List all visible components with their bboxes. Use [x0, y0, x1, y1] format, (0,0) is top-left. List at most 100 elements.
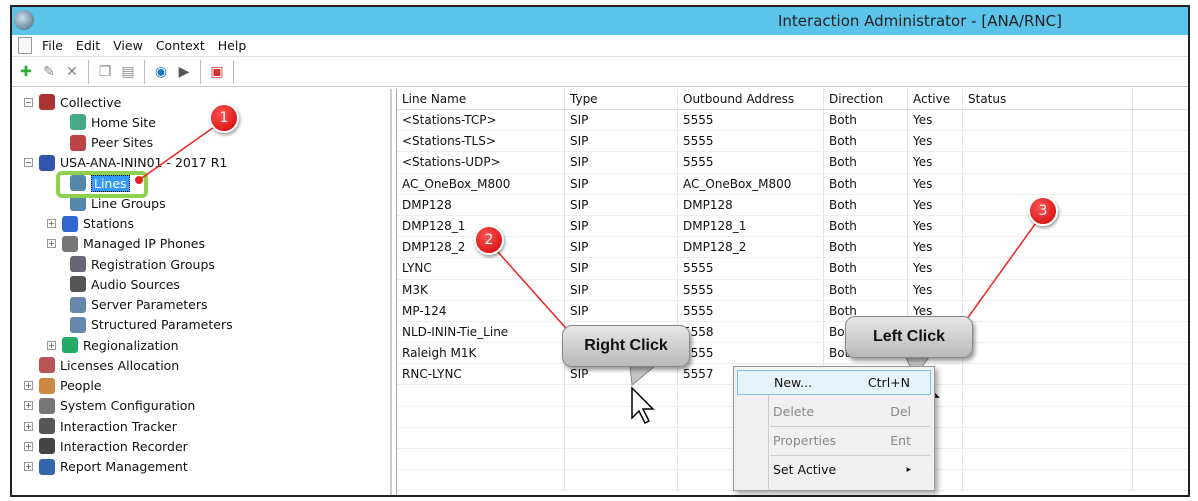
expand-icon[interactable]: +: [24, 462, 33, 471]
menu-item-new[interactable]: New... Ctrl+N: [737, 370, 931, 395]
table-row[interactable]: DMP128_2 SIP DMP128_2 Both Yes: [397, 237, 1188, 259]
menu-context[interactable]: Context: [156, 38, 205, 53]
table-cell: Yes: [908, 110, 963, 131]
expand-icon[interactable]: +: [24, 421, 33, 431]
copy-icon[interactable]: ❐: [95, 62, 115, 82]
tree-item[interactable]: + Interaction Tracker: [24, 416, 177, 436]
column-line-name[interactable]: Line Name: [397, 89, 565, 109]
table-cell: SIP: [565, 364, 678, 385]
table-cell: AC_OneBox_M800: [397, 173, 565, 194]
table-cell: [963, 470, 1133, 491]
tree-node-icon: [70, 256, 86, 272]
table-row[interactable]: M3K SIP 5555 Both Yes: [397, 279, 1188, 301]
tree-item[interactable]: + Stations: [47, 214, 134, 234]
expand-icon[interactable]: +: [24, 401, 33, 411]
menu-item-set-active[interactable]: Set Active ▸: [737, 457, 931, 482]
table-cell: Yes: [908, 131, 963, 152]
table-row[interactable]: LYNC SIP 5555 Both Yes: [397, 258, 1188, 280]
column-status[interactable]: Status: [963, 89, 1133, 109]
menu-edit[interactable]: Edit: [76, 38, 100, 53]
table-cell: [397, 449, 565, 470]
tree-item[interactable]: Audio Sources: [70, 274, 180, 294]
menu-file[interactable]: File: [42, 38, 63, 53]
column-type[interactable]: Type: [565, 89, 678, 109]
tree-item[interactable]: − USA-ANA-ININ01 - 2017 R1: [24, 153, 227, 173]
tree-item[interactable]: Registration Groups: [70, 254, 215, 274]
menu-help[interactable]: Help: [218, 38, 247, 53]
table-row[interactable]: DMP128 SIP DMP128 Both Yes: [397, 194, 1188, 216]
tree-node-icon: [39, 377, 55, 394]
refresh-icon[interactable]: ◉: [151, 62, 171, 82]
expand-icon[interactable]: +: [24, 441, 33, 451]
expand-icon[interactable]: +: [24, 381, 33, 390]
table-cell: Raleigh M1K: [397, 343, 565, 364]
tree-item[interactable]: + System Configuration: [24, 396, 195, 416]
menu-item-properties[interactable]: Properties Ent: [737, 428, 931, 453]
expand-icon[interactable]: +: [47, 340, 56, 350]
tree-item[interactable]: + Interaction Recorder: [24, 436, 188, 456]
tree-item-label: Server Parameters: [91, 297, 208, 312]
tree-item-label: Line Groups: [91, 195, 166, 211]
column-outbound-address[interactable]: Outbound Address: [678, 89, 824, 109]
tree-item[interactable]: + Report Management: [24, 457, 188, 477]
tree-item[interactable]: − Collective: [24, 92, 121, 112]
table-cell: Both: [824, 110, 908, 131]
table-row[interactable]: NLD-ININ-Tie_LineSIP5558BothYes: [397, 321, 1188, 344]
table-row[interactable]: AC_OneBox_M800 SIP AC_OneBox_M800 Both Yes: [397, 173, 1188, 195]
tree-item[interactable]: Home Site: [70, 112, 156, 132]
delete-icon[interactable]: ✕: [62, 62, 82, 82]
collapse-icon[interactable]: −: [24, 158, 33, 168]
table-cell: AC_OneBox_M800: [678, 173, 824, 194]
tree-node-icon: [62, 235, 78, 252]
table-cell: [963, 364, 1133, 385]
table-row[interactable]: DMP128_1 SIP DMP128_1 Both Yes: [397, 215, 1188, 238]
tree-item-label: Licenses Allocation: [60, 357, 180, 373]
table-row[interactable]: Raleigh M1KSIP5555BothYes: [397, 343, 1188, 365]
edit-icon[interactable]: ✎: [39, 62, 59, 82]
tree-item[interactable]: + People: [24, 376, 102, 396]
table-cell: MP-124: [397, 300, 565, 321]
tree-item[interactable]: Licenses Allocation: [39, 355, 179, 375]
table-cell: M3K: [397, 279, 565, 300]
table-cell: Both: [824, 131, 908, 152]
tree-item[interactable]: Server Parameters: [70, 295, 208, 315]
tree-item[interactable]: Structured Parameters: [70, 315, 233, 335]
table-row[interactable]: MP-124 SIP 5555 Both Yes: [397, 300, 1188, 322]
table-cell: SIP: [565, 110, 678, 131]
tree-item[interactable]: Peer Sites: [70, 133, 153, 153]
tree-item[interactable]: + Managed IP Phones: [47, 234, 205, 254]
table-row[interactable]: <Stations-TCP> SIP 5555 Both Yes: [397, 110, 1188, 132]
column-active[interactable]: Active: [908, 89, 963, 109]
menu-view[interactable]: View: [113, 38, 143, 53]
menu-item-delete[interactable]: Delete Del: [737, 399, 931, 424]
table-cell: [963, 258, 1133, 279]
tree-item-label: Managed IP Phones: [83, 236, 205, 252]
table-cell: Both: [824, 152, 908, 173]
tree-item-label: System Configuration: [60, 398, 196, 414]
paste-icon[interactable]: ▤: [118, 62, 138, 82]
table-cell: [963, 131, 1133, 152]
table-row[interactable]: <Stations-UDP> SIP 5555 Both Yes: [397, 152, 1188, 174]
new-icon[interactable]: ✚: [16, 62, 36, 82]
tree-item-label: Interaction Recorder: [60, 438, 188, 454]
table-cell: [963, 152, 1133, 173]
expand-icon[interactable]: +: [47, 219, 56, 228]
report-icon[interactable]: ▣: [207, 62, 227, 82]
tree-item[interactable]: + Regionalization: [47, 335, 179, 355]
table-cell: SIP: [565, 194, 678, 215]
table-cell: Both: [824, 173, 908, 194]
column-direction[interactable]: Direction: [824, 89, 908, 109]
table-cell: DMP128: [397, 194, 565, 215]
table-cell: SIP: [565, 300, 678, 321]
collapse-icon[interactable]: −: [24, 97, 33, 107]
filter-icon[interactable]: ▶: [174, 62, 194, 82]
table-cell: [963, 173, 1133, 194]
table-cell: DMP128_2: [678, 237, 824, 258]
table-cell: 5555: [678, 279, 824, 300]
tree-item-label: Structured Parameters: [91, 317, 233, 333]
table-row[interactable]: <Stations-TLS> SIP 5555 Both Yes: [397, 131, 1188, 153]
expand-icon[interactable]: +: [47, 239, 56, 249]
tree-item-label: People: [60, 378, 102, 393]
table-cell: SIP: [565, 258, 678, 279]
tree-node-icon: [62, 337, 78, 353]
